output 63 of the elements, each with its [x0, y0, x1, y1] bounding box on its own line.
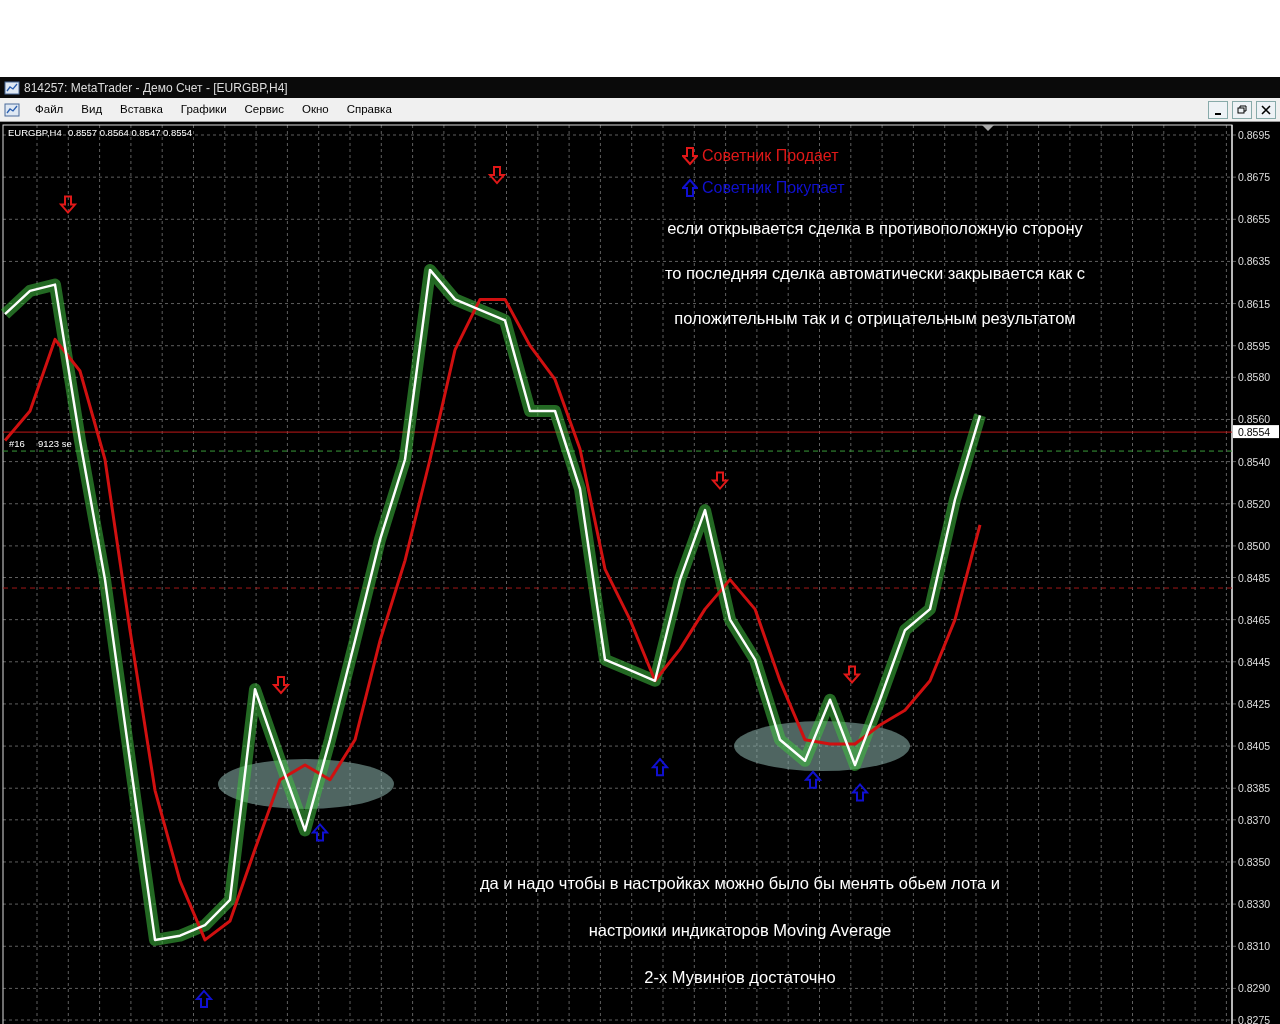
menu-item[interactable]: Вставка	[111, 100, 172, 119]
axis-tick-label: 0.8580	[1238, 371, 1271, 384]
close-icon	[1260, 103, 1272, 116]
annotation-text: 2-х Мувингов достаточно	[644, 966, 836, 988]
up-arrow-icon	[803, 770, 823, 789]
axis-tick-label: 0.8330	[1238, 898, 1271, 911]
restore-icon	[1236, 103, 1248, 116]
axis-tick-label: 0.8695	[1238, 129, 1271, 141]
axis-tick-label: 0.8675	[1238, 171, 1271, 184]
menu-item[interactable]: Окно	[292, 100, 338, 119]
minimize-button[interactable]	[1208, 100, 1228, 119]
axis-tick-label: 0.8655	[1238, 213, 1271, 226]
annotation-text: если открывается сделка в противоположную сторону	[667, 218, 1083, 239]
legend-label: Советник Продает	[702, 146, 839, 166]
ohlc-values: 0.8557 0.8564 0.8547 0.8554	[68, 127, 193, 138]
axis-tick-label: 0.8350	[1238, 855, 1271, 868]
down-arrow-icon	[271, 675, 291, 695]
order-label: 9123 se	[38, 438, 72, 449]
annotation-text: настроики индикаторов Moving Average	[588, 919, 892, 941]
menu-item[interactable]: Вид	[72, 100, 112, 119]
menu-item[interactable]: Справка	[337, 100, 401, 119]
axis-tick-label: 0.8290	[1238, 982, 1271, 995]
axis-tick-label: 0.8485	[1238, 571, 1271, 584]
up-arrow-icon	[850, 782, 870, 802]
minimize-icon	[1215, 112, 1221, 115]
axis-tick-label: 0.8385	[1238, 782, 1271, 795]
axis-tick-label: 0.8500	[1238, 539, 1271, 552]
axis-tick-label: 0.8275	[1238, 1014, 1271, 1024]
axis-tick-label: 0.8615	[1238, 297, 1271, 310]
down-arrow-icon	[842, 665, 862, 684]
close-button[interactable]	[1256, 100, 1276, 119]
legend-label: Советник Покупает	[702, 178, 845, 198]
axis-tick-label: 0.8520	[1238, 497, 1271, 510]
down-arrow-icon	[487, 166, 507, 185]
window-title: 814257: MetaTrader - Демо Счет - [EURGBP,H4]	[24, 79, 288, 97]
axis-tick-label: 0.8540	[1238, 455, 1271, 468]
axis-tick-label: 0.8560	[1238, 413, 1271, 426]
axis-tick-label: 0.8310	[1238, 940, 1271, 953]
up-arrow-icon	[194, 989, 214, 1008]
axis-tick-label: 0.8370	[1238, 813, 1271, 826]
down-arrow-icon	[710, 471, 730, 491]
app-icon	[4, 80, 20, 95]
menu-item[interactable]: Графики	[171, 100, 236, 119]
up-arrow-icon	[310, 822, 330, 842]
down-arrow-icon	[58, 195, 78, 215]
price-marker: 0.8554	[1233, 425, 1279, 439]
shift-marker-icon	[982, 125, 994, 131]
menu-item[interactable]: Файл	[26, 100, 73, 119]
annotation-text: положительным так и с отрицательным результатом	[674, 307, 1076, 329]
axis-tick-label: 0.8405	[1238, 740, 1271, 753]
axis-tick-label: 0.8445	[1238, 655, 1271, 668]
menu-item[interactable]: Сервис	[235, 100, 293, 119]
axis-tick-label: 0.8465	[1238, 613, 1271, 626]
order-label: #16	[9, 438, 25, 449]
annotation-text: да и надо чтобы в настройках можно было бы менять обьем лота и	[479, 873, 1001, 894]
axis-tick-label: 0.8595	[1238, 339, 1271, 352]
axis-tick-label: 0.8425	[1238, 697, 1271, 710]
chart-window-icon[interactable]	[4, 102, 20, 117]
annotation-text: то последняя сделка автоматически закрывается как с	[664, 262, 1085, 284]
restore-button[interactable]	[1232, 100, 1252, 119]
axis-tick-label: 0.8635	[1238, 255, 1271, 268]
up-arrow-icon	[650, 757, 670, 777]
chart-symbol: EURGBP,H4	[8, 127, 62, 138]
